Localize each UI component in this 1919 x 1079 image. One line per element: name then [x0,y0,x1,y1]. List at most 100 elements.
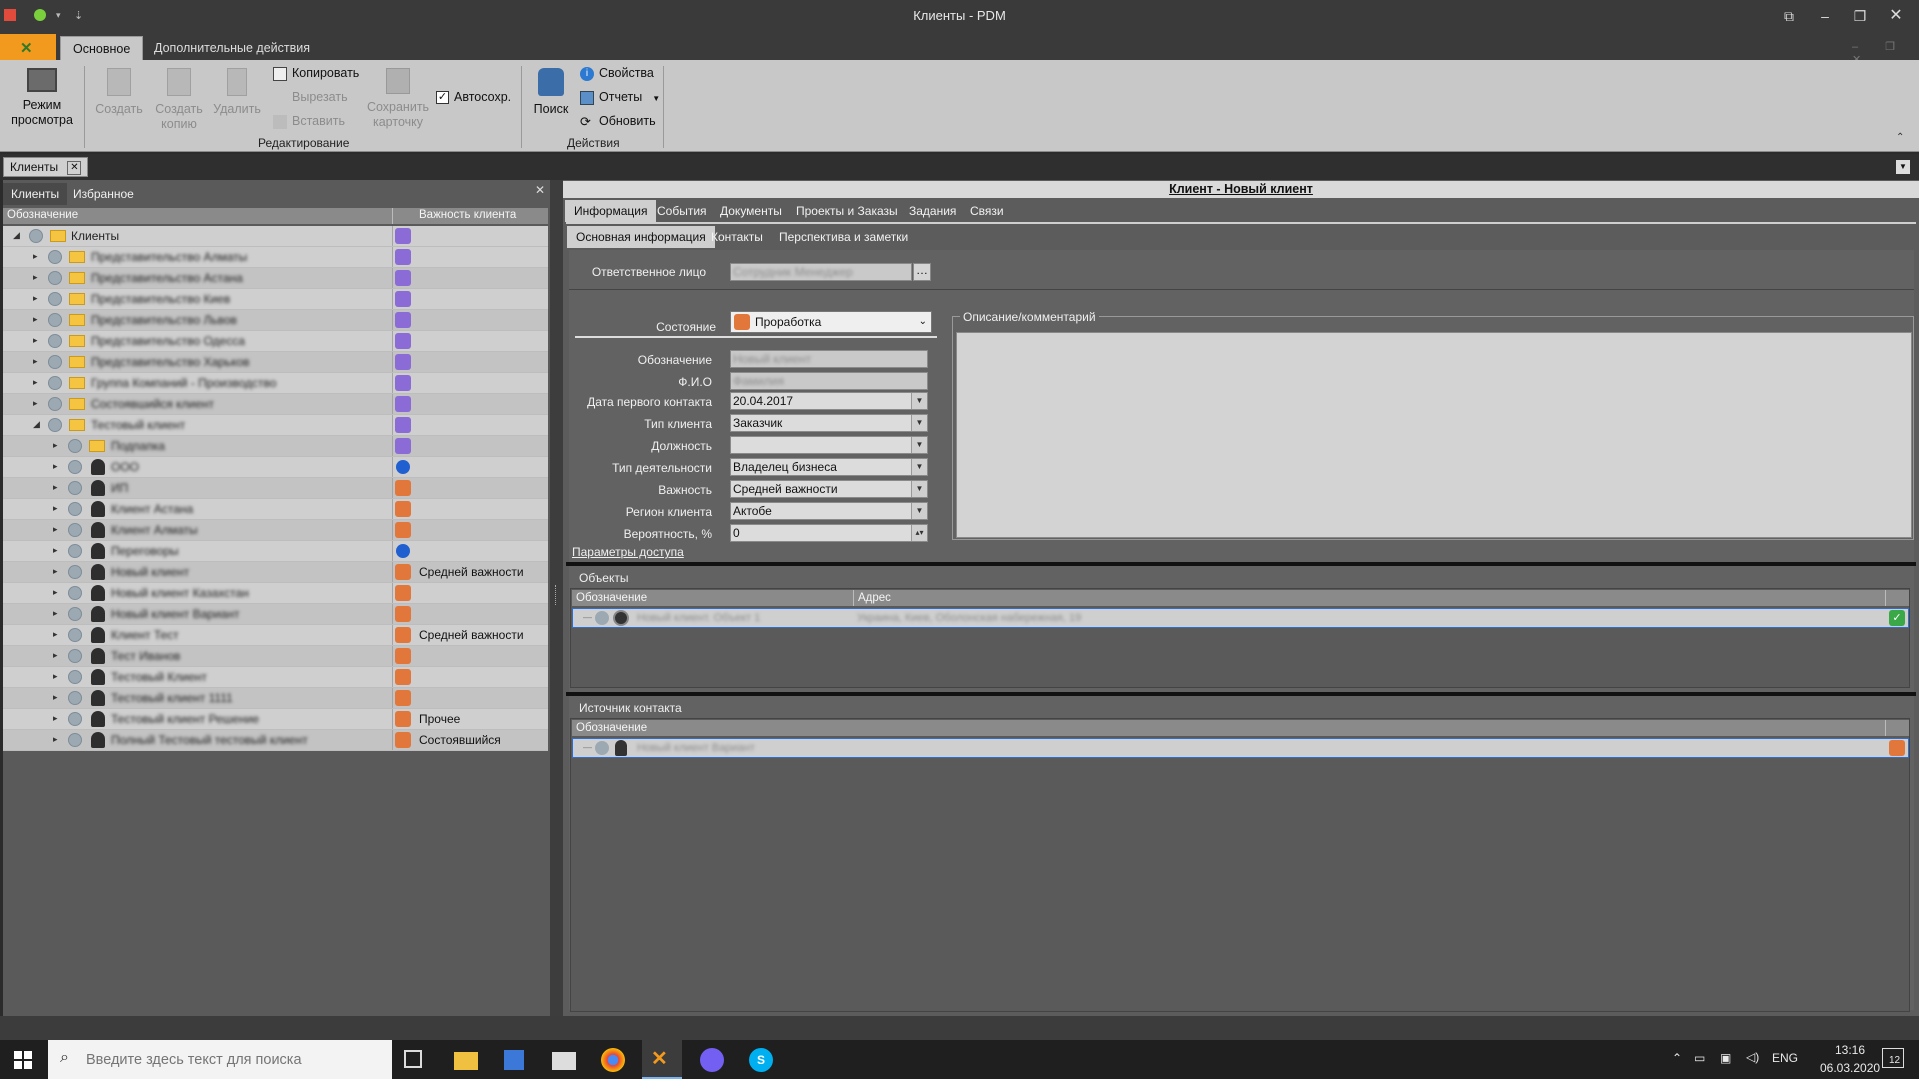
expand-toggle-icon[interactable]: ▸ [53,440,63,450]
close-button[interactable]: ✕ [1879,4,1913,28]
battery-icon[interactable]: ▭ [1694,1051,1705,1065]
expand-toggle-icon[interactable]: ▸ [53,524,63,534]
card-tab[interactable]: Проекты и Заказы [787,200,907,222]
tree-row[interactable]: ▸ ИП [3,478,548,499]
file-explorer-icon[interactable] [454,1052,478,1070]
expand-toggle-icon[interactable]: ▸ [33,251,43,261]
field-input[interactable]: Владелец бизнеса ▼ [730,458,928,476]
expand-toggle-icon[interactable]: ▸ [33,314,43,324]
field-input[interactable]: 20.04.2017 ▼ [730,392,928,410]
browse-responsible-button[interactable]: … [913,263,931,281]
responsible-field[interactable]: Сотрудник Менеджер [730,263,912,281]
tree-row[interactable]: ▸ Представительство Одесса [3,331,548,352]
chevron-down-icon[interactable]: ▼ [911,437,927,453]
expand-toggle-icon[interactable]: ▸ [53,566,63,576]
card-tab[interactable]: Информация [565,200,657,222]
tree-row[interactable]: ▸ Тестовый клиент Решение Прочее [3,709,548,730]
tab-main[interactable]: Основное [60,36,144,60]
tree-row[interactable]: ▸ Представительство Львов [3,310,548,331]
reports-button[interactable]: Отчеты ▼ [580,88,660,106]
notifications-icon[interactable]: 12 [1882,1048,1904,1068]
create-button[interactable]: Создать [90,68,148,117]
field-input[interactable]: Заказчик ▼ [730,414,928,432]
expand-toggle-icon[interactable]: ▸ [53,608,63,618]
tree-row[interactable]: ▸ Переговоры [3,541,548,562]
expand-toggle-icon[interactable]: ▸ [33,356,43,366]
expand-toggle-icon[interactable]: ▸ [33,272,43,282]
expand-toggle-icon[interactable]: ◢ [13,230,23,240]
clock-time[interactable]: 13:16 [1820,1043,1880,1057]
card-subtab[interactable]: Контакты [702,226,772,248]
taskbar-search-input[interactable] [86,1049,382,1071]
chrome-icon[interactable] [601,1048,625,1072]
card-subtab[interactable]: Перспектива и заметки [770,226,917,248]
maximize-button[interactable]: ❐ [1843,4,1877,28]
autosave-checkbox[interactable]: ✓ Автосохр. [436,88,511,106]
task-view-icon[interactable] [404,1050,422,1068]
close-panel-icon[interactable]: ✕ [535,183,545,197]
application-menu-button[interactable]: ✕ [0,34,56,60]
tree-row[interactable]: ▸ Представительство Алматы [3,247,548,268]
state-select[interactable]: Проработка ⌄ [730,311,932,333]
tree-row[interactable]: ▸ Новый клиент Вариант [3,604,548,625]
collapse-ribbon-icon[interactable]: ⌃ [1896,132,1904,143]
volume-icon[interactable]: ◁) [1746,1050,1759,1064]
chevron-down-icon[interactable]: ▼ [911,393,927,409]
expand-toggle-icon[interactable]: ▸ [53,545,63,555]
cut-button[interactable]: Вырезать [273,88,348,106]
chevron-down-icon[interactable]: ▼ [911,503,927,519]
tray-expand-icon[interactable]: ⌃ [1672,1051,1682,1065]
pdm-taskbar-button[interactable]: ✕ [642,1040,682,1079]
field-input[interactable]: Актобе ▼ [730,502,928,520]
tab-favorites[interactable]: Избранное [65,183,142,205]
tree-row[interactable]: ▸ Тестовый Клиент [3,667,548,688]
expand-toggle-icon[interactable]: ▸ [53,713,63,723]
tree-row[interactable]: ▸ Состоявшийся клиент [3,394,548,415]
field-input[interactable]: ▼ [730,436,928,454]
windows-start-icon[interactable] [14,1051,32,1069]
objects-col-address[interactable]: Адрес [853,590,1885,606]
field-input[interactable]: 0 ▴▾ [730,524,928,542]
copy-button[interactable]: Копировать [273,64,359,82]
tree-row[interactable]: ▸ Представительство Киев [3,289,548,310]
language-indicator[interactable]: ENG [1772,1051,1798,1065]
expand-toggle-icon[interactable]: ▸ [33,398,43,408]
chevron-down-icon[interactable]: ▴▾ [911,525,927,541]
tree-row[interactable]: ▸ Новый клиент Средней важности [3,562,548,583]
expand-toggle-icon[interactable]: ▸ [53,461,63,471]
tree-row[interactable]: ▸ Группа Компаний - Производство [3,373,548,394]
expand-toggle-icon[interactable]: ▸ [53,587,63,597]
expand-toggle-icon[interactable]: ▸ [33,335,43,345]
col-designation[interactable]: Обозначение [7,209,78,221]
mail-icon[interactable] [552,1052,576,1070]
field-input[interactable]: Средней важности ▼ [730,480,928,498]
expand-toggle-icon[interactable]: ▸ [33,293,43,303]
tab-list-dropdown-icon[interactable]: ▼ [1896,160,1910,174]
expand-toggle-icon[interactable]: ◢ [33,419,43,429]
expand-toggle-icon[interactable]: ▸ [53,734,63,744]
delete-button[interactable]: Удалить [208,68,266,117]
tree-row[interactable]: ▸ Представительство Харьков [3,352,548,373]
field-input[interactable]: Новый клиент [730,350,928,368]
card-tab[interactable]: События [648,200,716,222]
expand-toggle-icon[interactable]: ▸ [53,629,63,639]
expand-toggle-icon[interactable]: ▸ [53,671,63,681]
store-icon[interactable] [504,1050,524,1070]
tree-row[interactable]: ▸ Представительство Астана [3,268,548,289]
save-card-button[interactable]: Сохранить карточку [362,68,434,130]
tree-row[interactable]: ▸ Тест Иванов [3,646,548,667]
properties-button[interactable]: i Свойства [580,64,654,82]
refresh-button[interactable]: ⟳ Обновить [580,112,656,130]
doc-tab-clients[interactable]: Клиенты ✕ [3,157,89,177]
clock-date[interactable]: 06.03.2020 [1820,1061,1880,1075]
tab-additional-actions[interactable]: Дополнительные действия [142,36,322,60]
viber-icon[interactable] [700,1048,724,1072]
network-icon[interactable]: ▣ [1720,1051,1731,1065]
expand-toggle-icon[interactable]: ▸ [33,377,43,387]
chevron-down-icon[interactable]: ▼ [911,459,927,475]
tree-row[interactable]: ◢ Тестовый клиент [3,415,548,436]
create-copy-button[interactable]: Создать копию [150,68,208,132]
card-tab[interactable]: Документы [711,200,791,222]
description-textarea[interactable] [956,332,1912,538]
minimize-button[interactable]: – [1808,4,1842,28]
